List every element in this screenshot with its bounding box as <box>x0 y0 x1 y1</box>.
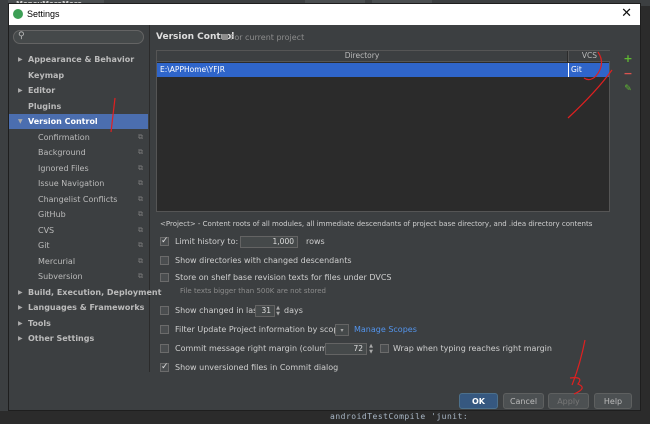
annotation-number-3 <box>569 377 583 395</box>
annotation-arrow-add <box>567 51 613 119</box>
annotation-mark-sidebar <box>110 97 116 133</box>
red-annotations <box>110 51 613 395</box>
